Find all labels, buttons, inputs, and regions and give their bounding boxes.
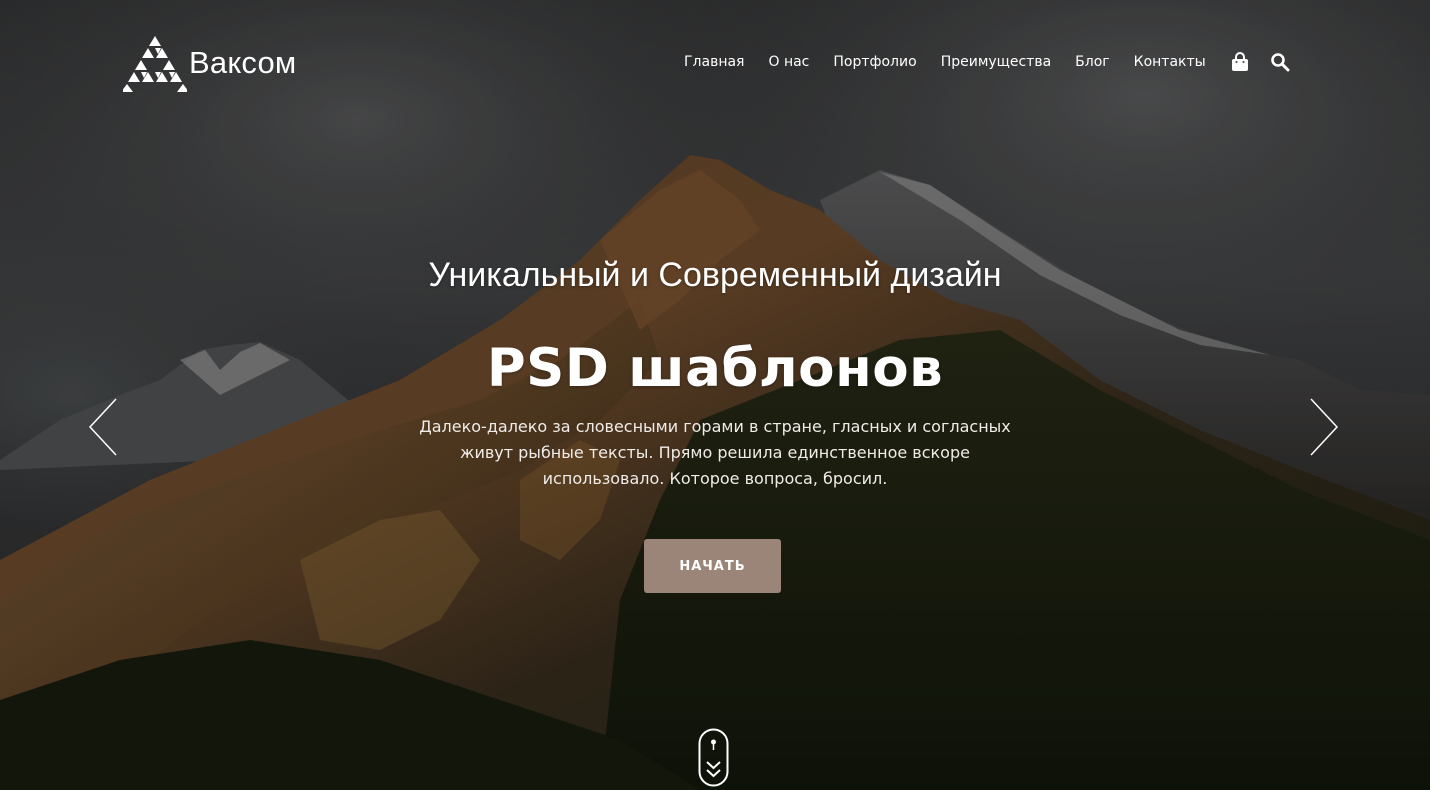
nav-item-about[interactable]: О нас (768, 54, 809, 70)
chevron-right-icon (1310, 398, 1339, 456)
shopping-bag-icon[interactable] (1230, 52, 1250, 72)
search-icon[interactable] (1270, 52, 1290, 72)
mouse-scroll-icon (698, 728, 729, 787)
slider-prev-arrow[interactable] (88, 398, 118, 456)
chevron-left-icon (88, 398, 117, 456)
scroll-down-indicator[interactable] (698, 728, 729, 788)
nav-item-blog[interactable]: Блог (1075, 54, 1109, 70)
hero-section: Ваксом Главная О нас Портфолио Преимущес… (0, 0, 1430, 790)
nav-item-advantages[interactable]: Преимущества (941, 54, 1051, 70)
logo-triangle-icon (123, 36, 187, 92)
hero-title: Уникальный и Современный дизайн (428, 256, 1002, 294)
hero-description: Далеко-далеко за словесными горами в стр… (419, 417, 1011, 488)
hero-heading: PSD шаблонов (486, 338, 944, 399)
nav-item-portfolio[interactable]: Портфолио (833, 54, 916, 70)
site-header: Ваксом Главная О нас Портфолио Преимущес… (0, 0, 1430, 130)
main-navigation: Главная О нас Портфолио Преимущества Бло… (684, 52, 1310, 72)
brand-logo[interactable]: Ваксом (123, 34, 296, 92)
start-button[interactable]: НАЧАТЬ (644, 539, 781, 593)
nav-item-home[interactable]: Главная (684, 54, 744, 70)
nav-item-contacts[interactable]: Контакты (1134, 54, 1206, 70)
slider-next-arrow[interactable] (1309, 398, 1339, 456)
brand-name: Ваксом (189, 45, 297, 80)
